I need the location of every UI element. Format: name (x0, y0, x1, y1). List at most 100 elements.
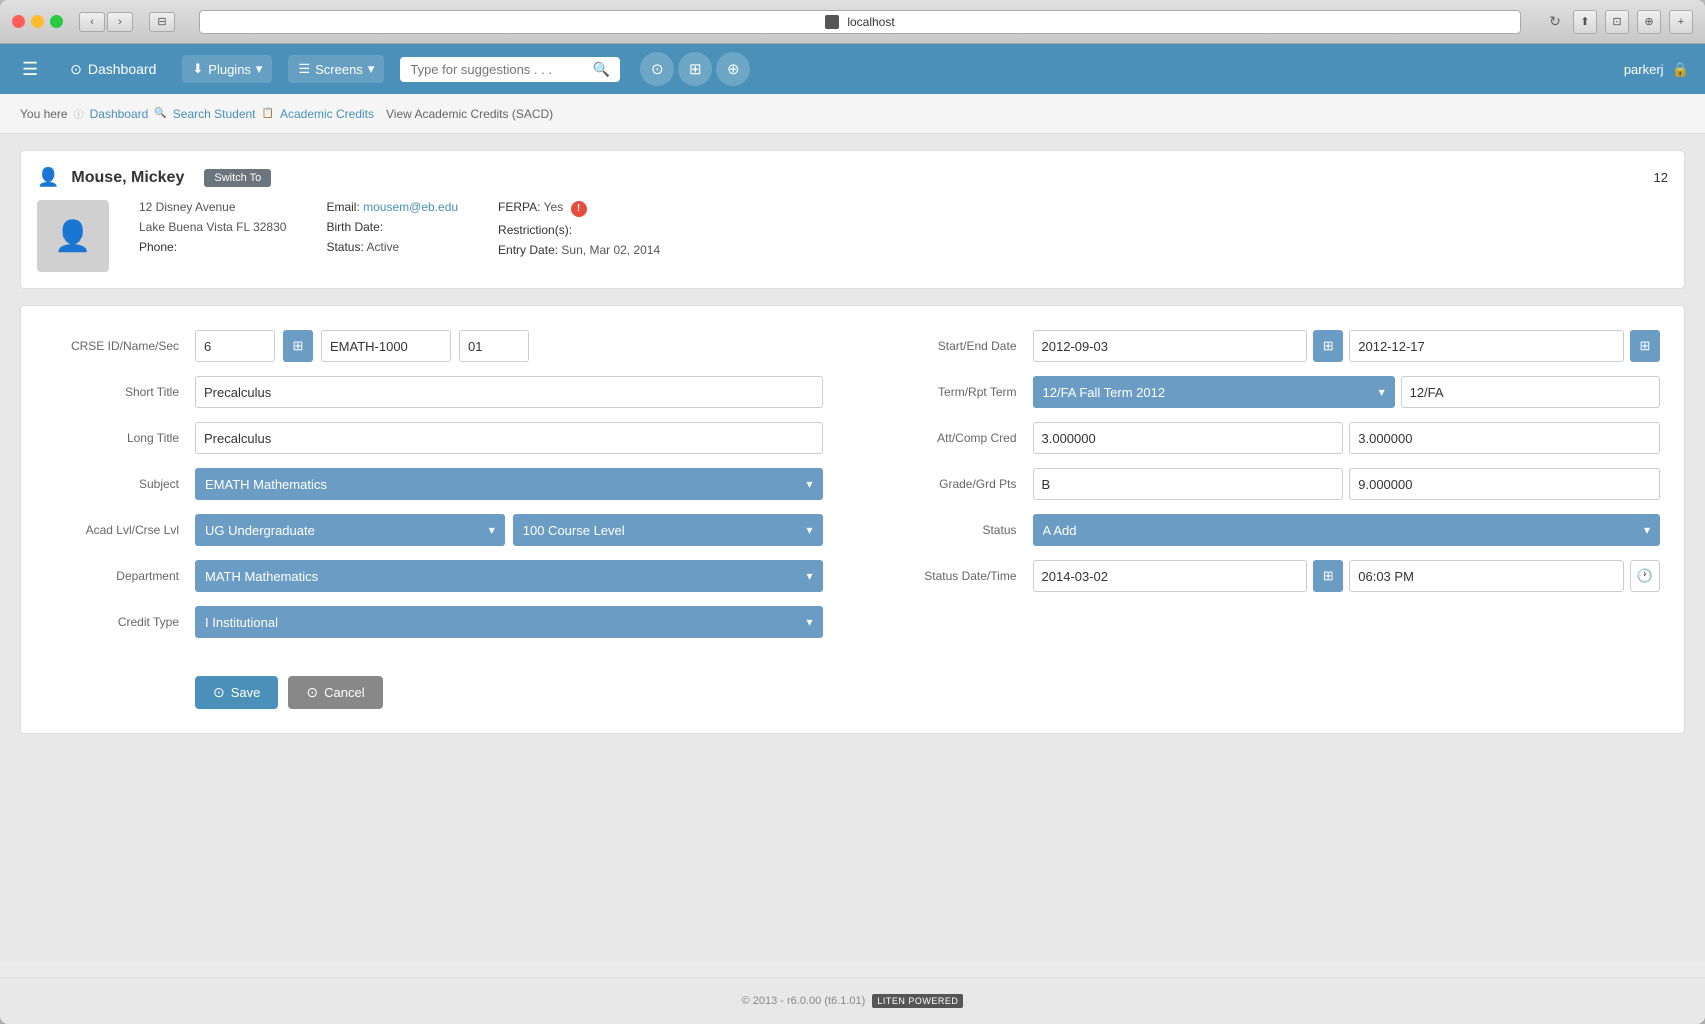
status-select[interactable]: A Add (1033, 514, 1661, 546)
breadcrumb: You here ⓘ Dashboard 🔍 Search Student 📋 … (0, 94, 1705, 134)
student-restrictions-row: Restriction(s): (498, 223, 660, 237)
status-date-time-row: Status Date/Time ⊞ 🕐 (883, 560, 1661, 592)
long-title-input[interactable] (195, 422, 823, 454)
maximize-button[interactable] (50, 15, 63, 28)
form-left-col: CRSE ID/Name/Sec ⊞ Short Title (45, 330, 823, 652)
acad-lvl-select-wrapper: UG Undergraduate (195, 514, 505, 546)
status-time-input[interactable] (1349, 560, 1624, 592)
rpt-term-input[interactable] (1401, 376, 1660, 408)
back-button[interactable]: ‹ (79, 12, 105, 32)
term-select[interactable]: 12/FA Fall Term 2012 (1033, 376, 1395, 408)
student-person-icon: 👤 (37, 167, 59, 188)
start-date-cal-button[interactable]: ⊞ (1313, 330, 1343, 362)
department-select[interactable]: MATH Mathematics (195, 560, 823, 592)
start-end-date-inputs: ⊞ ⊞ (1033, 330, 1661, 362)
crse-id-input[interactable] (195, 330, 275, 362)
add-tab-button[interactable]: + (1669, 10, 1693, 34)
plugins-chevron: ▾ (256, 61, 263, 77)
end-date-input[interactable] (1349, 330, 1624, 362)
dashboard-label: Dashboard (88, 61, 157, 77)
search-bar[interactable]: 🔍 (400, 57, 620, 82)
subject-select[interactable]: EMATH Mathematics (195, 468, 823, 500)
ferpa-label: FERPA: (498, 200, 540, 214)
form-card: CRSE ID/Name/Sec ⊞ Short Title (20, 305, 1685, 734)
student-address-line2: Lake Buena Vista FL 32830 (139, 220, 286, 234)
crse-name-input[interactable] (321, 330, 451, 362)
term-rpt-inputs: 12/FA Fall Term 2012 (1033, 376, 1661, 408)
ferpa-flag[interactable]: ! (571, 201, 587, 217)
breadcrumb-search-student[interactable]: Search Student (173, 107, 256, 121)
app-navbar: ☰ ⊙ Dashboard ⬇ Plugins ▾ ☰ Screens ▾ 🔍 … (0, 44, 1705, 94)
credit-type-row: Credit Type I Institutional (45, 606, 823, 638)
student-ferpa-row: FERPA: Yes ! (498, 200, 660, 217)
student-header: 👤 Mouse, Mickey Switch To 12 (37, 167, 1668, 188)
download-button[interactable]: ⊕ (1637, 10, 1661, 34)
grade-grd-pts-row: Grade/Grd Pts (883, 468, 1661, 500)
crse-id-cal-button[interactable]: ⊞ (283, 330, 313, 362)
cancel-label: Cancel (324, 685, 364, 700)
breadcrumb-sep-3: 📋 (262, 108, 274, 119)
student-info: 12 Disney Avenue Lake Buena Vista FL 328… (129, 200, 660, 257)
student-birthdate-row: Birth Date: (326, 220, 458, 234)
student-email-row: Email: mousem@eb.edu (326, 200, 458, 214)
close-button[interactable] (12, 15, 25, 28)
status-date-time-label: Status Date/Time (883, 569, 1033, 583)
crse-sec-input[interactable] (459, 330, 529, 362)
status-date-cal-button[interactable]: ⊞ (1313, 560, 1343, 592)
email-link[interactable]: mousem@eb.edu (363, 200, 458, 214)
breadcrumb-view-credits: View Academic Credits (SACD) (386, 107, 553, 121)
breadcrumb-sep-1: ⓘ (74, 106, 84, 121)
lock-icon: 🔒 (1672, 61, 1689, 78)
titlebar: ‹ › ⊟ localhost ↻ ⬆ ⊡ ⊕ + (0, 0, 1705, 44)
status-time-clock-button[interactable]: 🕐 (1630, 560, 1660, 592)
grade-grd-pts-label: Grade/Grd Pts (883, 477, 1033, 491)
you-here-label: You here (20, 107, 68, 121)
department-select-wrapper: MATH Mathematics (195, 560, 823, 592)
start-date-input[interactable] (1033, 330, 1308, 362)
refresh-button[interactable]: ↻ (1545, 12, 1565, 32)
grd-pts-input[interactable] (1349, 468, 1660, 500)
breadcrumb-dashboard[interactable]: Dashboard (90, 107, 149, 121)
plugins-button[interactable]: ⬇ Plugins ▾ (182, 55, 272, 83)
minimize-button[interactable] (31, 15, 44, 28)
acad-lvl-inputs: UG Undergraduate 100 Course Level (195, 514, 823, 546)
ferpa-value: Yes (544, 200, 564, 214)
forward-button[interactable]: › (107, 12, 133, 32)
titlebar-right-buttons: ⬆ ⊡ ⊕ + (1573, 10, 1693, 34)
screens-button[interactable]: ☰ Screens ▾ (288, 55, 384, 83)
tab-button[interactable]: ⊡ (1605, 10, 1629, 34)
subject-label: Subject (45, 477, 195, 491)
user-area: parkerj 🔒 (1624, 61, 1689, 78)
grade-input[interactable] (1033, 468, 1344, 500)
url-bar[interactable]: localhost (199, 10, 1521, 34)
status-value: Active (366, 240, 399, 254)
student-photo: 👤 (37, 200, 109, 272)
search-input[interactable] (410, 62, 587, 77)
comp-cred-input[interactable] (1349, 422, 1660, 454)
switch-to-button[interactable]: Switch To (204, 169, 271, 187)
student-id: 12 (1654, 170, 1668, 185)
save-icon: ⊙ (213, 684, 225, 701)
att-cred-input[interactable] (1033, 422, 1344, 454)
hamburger-menu[interactable]: ☰ (16, 53, 44, 86)
status-form-label: Status (883, 523, 1033, 537)
acad-lvl-select[interactable]: UG Undergraduate (195, 514, 505, 546)
breadcrumb-academic-credits[interactable]: Academic Credits (280, 107, 374, 121)
nav-action-2[interactable]: ⊞ (678, 52, 712, 86)
student-status-row: Status: Active (326, 240, 458, 254)
layout-button[interactable]: ⊟ (149, 12, 175, 32)
nav-action-3[interactable]: ⊕ (716, 52, 750, 86)
status-date-time-inputs: ⊞ 🕐 (1033, 560, 1661, 592)
short-title-input[interactable] (195, 376, 823, 408)
status-date-input[interactable] (1033, 560, 1308, 592)
nav-action-1[interactable]: ⊙ (640, 52, 674, 86)
cancel-button[interactable]: ⊙ Cancel (288, 676, 382, 709)
save-button[interactable]: ⊙ Save (195, 676, 278, 709)
acad-lvl-row: Acad Lvl/Crse Lvl UG Undergraduate 100 C… (45, 514, 823, 546)
end-date-cal-button[interactable]: ⊞ (1630, 330, 1660, 362)
dashboard-nav-item[interactable]: ⊙ Dashboard (60, 55, 166, 84)
credit-type-select[interactable]: I Institutional (195, 606, 823, 638)
crse-lvl-select[interactable]: 100 Course Level (513, 514, 823, 546)
student-address-line1: 12 Disney Avenue (139, 200, 286, 214)
share-button[interactable]: ⬆ (1573, 10, 1597, 34)
